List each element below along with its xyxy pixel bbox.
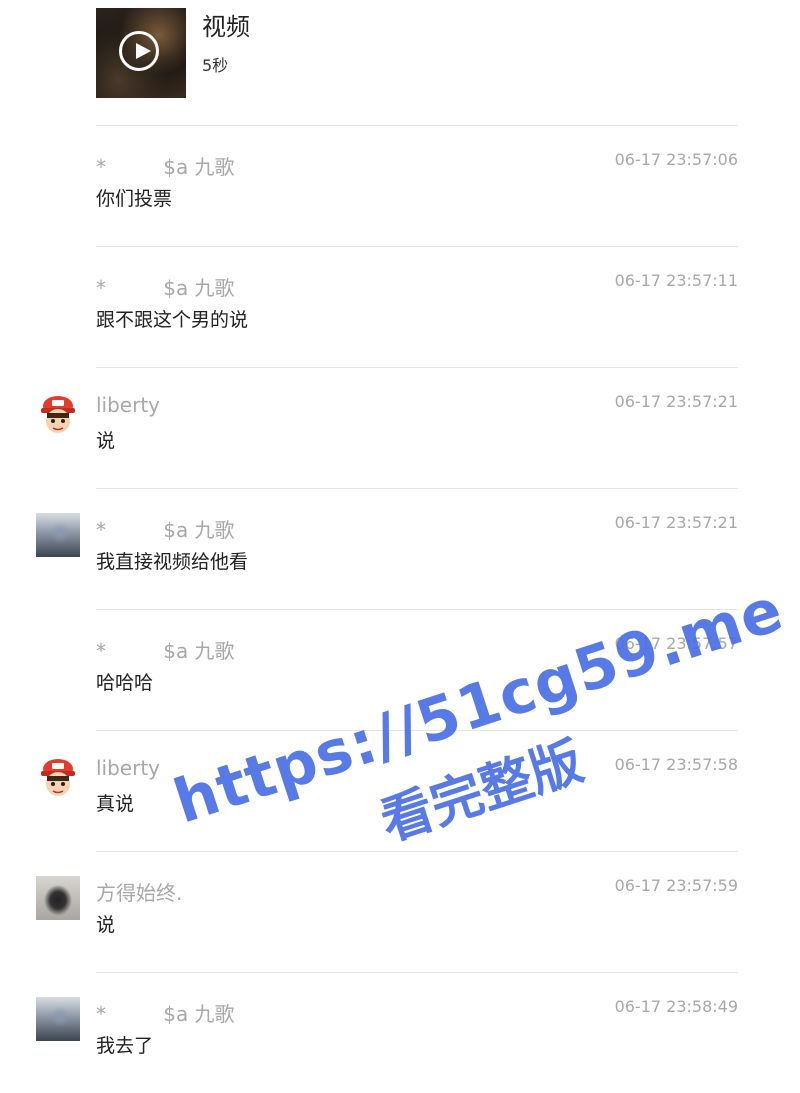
message-text: 说 xyxy=(96,430,116,452)
message-text: 说 xyxy=(96,914,116,936)
message-text: 哈哈哈 xyxy=(96,672,154,694)
message-time: 06-17 23:57:21 xyxy=(614,392,738,411)
sender-name: * $a 九歌 xyxy=(96,155,235,179)
sender-name: liberty xyxy=(96,393,161,417)
sender-name: liberty xyxy=(96,756,161,780)
message-item: 方得始终. 06-17 23:57:59 说 xyxy=(0,852,800,972)
message-time: 06-17 23:58:49 xyxy=(614,997,738,1016)
photo-avatar[interactable] xyxy=(36,513,80,557)
sender-name: * $a 九歌 xyxy=(96,518,235,542)
message-time: 06-17 23:57:59 xyxy=(614,876,738,895)
message-item: * $a 九歌 06-17 23:58:49 我去了 xyxy=(0,973,800,1093)
sender-name: 方得始终. xyxy=(96,881,183,905)
sender-name: * $a 九歌 xyxy=(96,276,235,300)
video-info: 视频 5秒 xyxy=(202,8,250,98)
message-item: * $a 九歌 06-17 23:57:11 跟不跟这个男的说 xyxy=(0,247,800,367)
cartoon-face-icon xyxy=(41,396,75,433)
video-title: 视频 xyxy=(202,13,250,41)
video-duration: 5秒 xyxy=(202,56,229,75)
message-time: 06-17 23:57:06 xyxy=(614,150,738,169)
sender-name: * $a 九歌 xyxy=(96,639,235,663)
message-time: 06-17 23:57:11 xyxy=(614,271,738,290)
message-item: liberty 06-17 23:57:21 说 xyxy=(0,368,800,488)
sender-name: * $a 九歌 xyxy=(96,1002,235,1026)
message-item: liberty 06-17 23:57:58 真说 xyxy=(0,731,800,851)
message-item: * $a 九歌 06-17 23:57:06 你们投票 xyxy=(0,126,800,246)
cartoon-face-icon xyxy=(41,759,75,796)
message-item: * $a 九歌 06-17 23:57:57 哈哈哈 xyxy=(0,610,800,730)
photo-avatar[interactable] xyxy=(36,997,80,1041)
message-time: 06-17 23:57:57 xyxy=(614,634,738,653)
message-text: 真说 xyxy=(96,793,135,815)
message-item: * $a 九歌 06-17 23:57:21 我直接视频给他看 xyxy=(0,489,800,609)
cartoon-avatar[interactable] xyxy=(36,755,80,799)
message-text: 你们投票 xyxy=(96,188,173,210)
video-thumbnail[interactable] xyxy=(96,8,186,98)
play-icon[interactable] xyxy=(119,31,159,71)
message-text: 我直接视频给他看 xyxy=(96,551,249,573)
message-text: 跟不跟这个男的说 xyxy=(96,309,249,331)
video-message[interactable]: 视频 5秒 xyxy=(96,8,250,98)
message-time: 06-17 23:57:58 xyxy=(614,755,738,774)
photo-avatar[interactable] xyxy=(36,876,80,920)
message-time: 06-17 23:57:21 xyxy=(614,513,738,532)
message-text: 我去了 xyxy=(96,1035,154,1057)
cartoon-avatar[interactable] xyxy=(36,392,80,436)
